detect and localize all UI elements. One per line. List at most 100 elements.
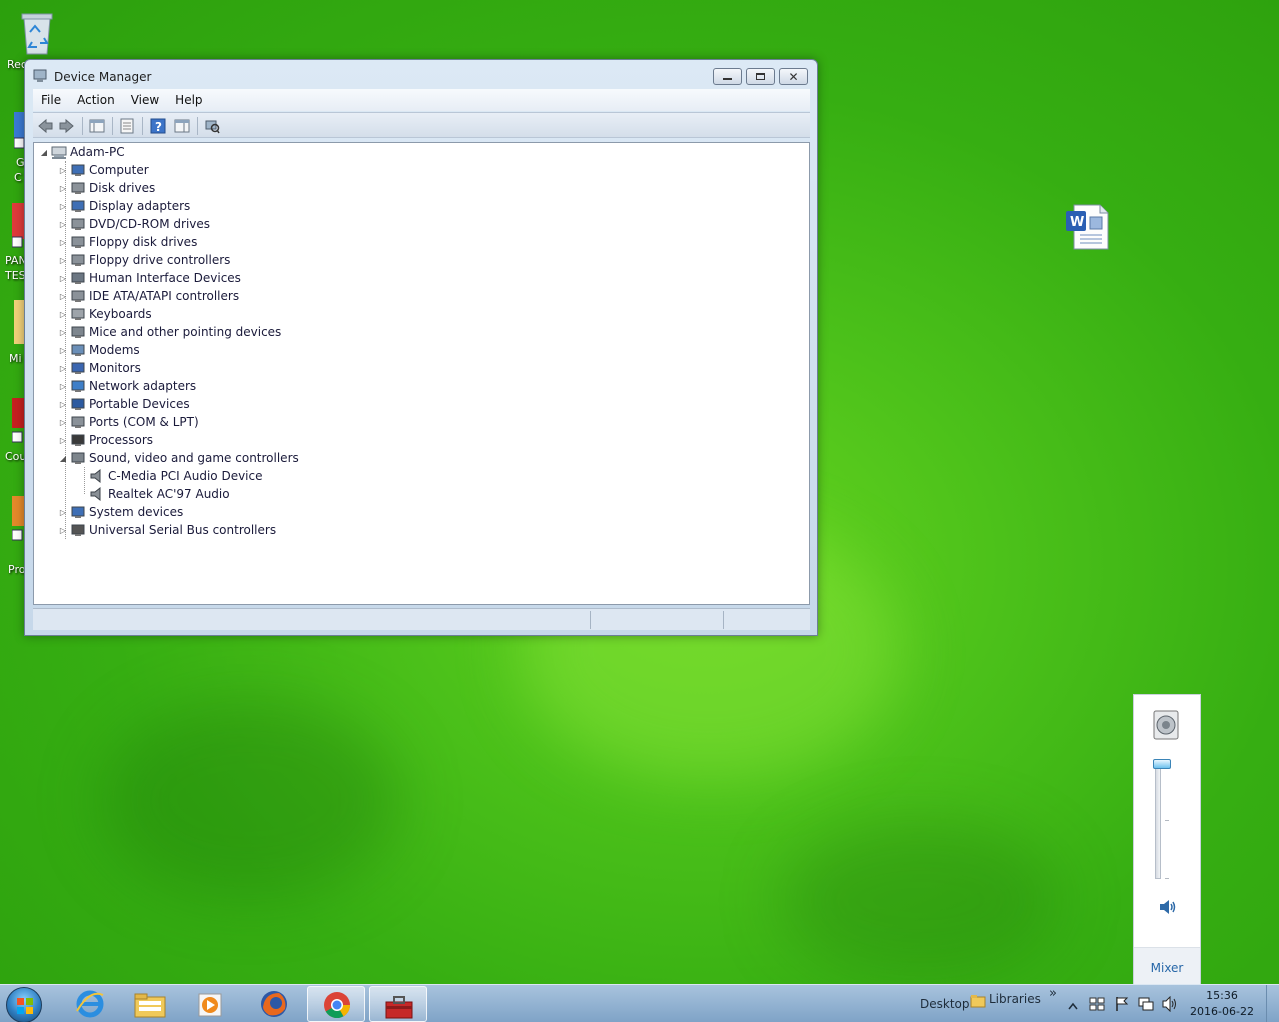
- show-desktop-button[interactable]: [1266, 985, 1279, 1022]
- start-button[interactable]: [6, 987, 42, 1022]
- tree-category-node[interactable]: ▷ Ports (COM & LPT): [58, 413, 199, 431]
- menu-help[interactable]: Help: [167, 93, 210, 107]
- expand-arrow-icon[interactable]: ▷: [58, 310, 68, 319]
- windows-flag-tray-icon[interactable]: [1089, 996, 1105, 1015]
- menu-view[interactable]: View: [123, 93, 167, 107]
- tree-category-label: IDE ATA/ATAPI controllers: [89, 289, 240, 303]
- help-icon[interactable]: ?: [150, 118, 166, 134]
- slider-tick: [1165, 820, 1169, 821]
- taskbar-device-manager[interactable]: [369, 986, 427, 1022]
- properties-icon[interactable]: [119, 118, 135, 134]
- status-divider: [723, 611, 724, 629]
- expand-arrow-icon[interactable]: ▷: [58, 328, 68, 337]
- expand-arrow-icon[interactable]: ▷: [58, 220, 68, 229]
- collapse-arrow-icon[interactable]: ◢: [58, 454, 68, 463]
- volume-slider-track[interactable]: [1155, 761, 1161, 879]
- expand-arrow-icon[interactable]: ▷: [58, 418, 68, 427]
- recycle-bin-icon[interactable]: [18, 8, 56, 56]
- tree-category-node[interactable]: ▷ Portable Devices: [58, 395, 190, 413]
- tree-category-node[interactable]: ▷ Modems: [58, 341, 140, 359]
- device-category-icon: [70, 306, 86, 322]
- mute-speaker-icon[interactable]: [1158, 898, 1178, 919]
- expand-arrow-icon[interactable]: ▷: [58, 202, 68, 211]
- show-hide-console-tree-icon[interactable]: [89, 118, 105, 134]
- scan-hardware-changes-icon[interactable]: [204, 118, 220, 134]
- tree-category-node[interactable]: ▷ Processors: [58, 431, 153, 449]
- tree-category-node[interactable]: ▷ Display adapters: [58, 197, 190, 215]
- tree-category-node[interactable]: ◢ Sound, video and game controllers: [58, 449, 299, 467]
- back-arrow-icon[interactable]: [37, 118, 53, 134]
- device-category-icon: [70, 270, 86, 286]
- tree-category-label: Sound, video and game controllers: [89, 451, 299, 465]
- desktop-icon-label[interactable]: Mi: [9, 352, 22, 365]
- expand-arrow-icon[interactable]: ▷: [58, 400, 68, 409]
- device-category-icon: [70, 522, 86, 538]
- system-clock[interactable]: 15:36 2016-06-22: [1190, 988, 1254, 1020]
- word-document-icon[interactable]: W: [1064, 203, 1110, 251]
- expand-arrow-icon[interactable]: ▷: [58, 184, 68, 193]
- minimize-button[interactable]: [713, 68, 742, 85]
- computer-root-icon: [51, 144, 67, 160]
- tree-category-node[interactable]: ▷ DVD/CD-ROM drives: [58, 215, 210, 233]
- expand-arrow-icon[interactable]: ▷: [58, 526, 68, 535]
- expand-arrow-icon[interactable]: ▷: [58, 238, 68, 247]
- tree-category-node[interactable]: ▷ Keyboards: [58, 305, 152, 323]
- maximize-button[interactable]: [746, 68, 775, 85]
- volume-tray-icon[interactable]: [1161, 995, 1179, 1015]
- libraries-toolbar-label[interactable]: Libraries: [989, 992, 1041, 1006]
- desktop-icon-label[interactable]: C: [14, 171, 22, 184]
- taskbar-firefox[interactable]: [245, 986, 303, 1022]
- toolbar-overflow-chevron[interactable]: »: [1049, 986, 1057, 1001]
- tree-category-node[interactable]: ▷ Computer: [58, 161, 149, 179]
- taskbar-chrome[interactable]: [307, 986, 365, 1022]
- expand-arrow-icon[interactable]: ▷: [58, 508, 68, 517]
- desktop-toolbar-label[interactable]: Desktop: [920, 997, 970, 1011]
- tree-root-node[interactable]: ◢ Adam-PC: [39, 143, 125, 161]
- tree-category-node[interactable]: ▷ Network adapters: [58, 377, 196, 395]
- expand-arrow-icon[interactable]: ▷: [58, 166, 68, 175]
- forward-arrow-icon[interactable]: [59, 118, 75, 134]
- toolbar: ?: [33, 112, 810, 138]
- expand-arrow-icon[interactable]: ▷: [58, 436, 68, 445]
- desktop-icon-label[interactable]: TES: [5, 269, 26, 282]
- taskbar-media-player[interactable]: [182, 986, 240, 1022]
- tree-category-node[interactable]: ▷ Human Interface Devices: [58, 269, 241, 287]
- device-category-icon: [70, 504, 86, 520]
- desktop-icon-label[interactable]: Pro: [8, 563, 25, 576]
- tree-category-label: Monitors: [89, 361, 141, 375]
- tree-device-node[interactable]: Realtek AC'97 Audio: [87, 485, 230, 503]
- menu-file[interactable]: File: [33, 93, 69, 107]
- network-tray-icon[interactable]: [1138, 996, 1154, 1015]
- tree-category-node[interactable]: ▷ Mice and other pointing devices: [58, 323, 281, 341]
- expand-arrow-icon[interactable]: ▷: [58, 382, 68, 391]
- action-pane-icon[interactable]: [174, 118, 190, 134]
- expand-arrow-icon[interactable]: ▷: [58, 274, 68, 283]
- volume-slider-thumb[interactable]: [1153, 759, 1171, 769]
- title-bar[interactable]: Device Manager ✕: [25, 60, 817, 90]
- device-category-icon: [70, 252, 86, 268]
- taskbar-windows-explorer[interactable]: [121, 986, 179, 1022]
- expand-arrow-icon[interactable]: ▷: [58, 346, 68, 355]
- show-hidden-icons-arrow-icon[interactable]: [1068, 999, 1078, 1013]
- tree-category-label: Processors: [89, 433, 154, 447]
- expand-arrow-icon[interactable]: ▷: [58, 256, 68, 265]
- tree-category-node[interactable]: ▷ IDE ATA/ATAPI controllers: [58, 287, 239, 305]
- menu-action[interactable]: Action: [69, 93, 123, 107]
- tree-category-node[interactable]: ▷ Floppy drive controllers: [58, 251, 231, 269]
- expand-arrow-icon[interactable]: ▷: [58, 364, 68, 373]
- tree-category-node[interactable]: ▷ Floppy disk drives: [58, 233, 197, 251]
- tree-device-node[interactable]: C-Media PCI Audio Device: [87, 467, 263, 485]
- tree-category-node[interactable]: ▷ Universal Serial Bus controllers: [58, 521, 276, 539]
- collapse-arrow-icon[interactable]: ◢: [39, 148, 49, 157]
- mixer-link[interactable]: Mixer: [1134, 961, 1200, 975]
- expand-arrow-icon[interactable]: ▷: [58, 292, 68, 301]
- tree-category-node[interactable]: ▷ Disk drives: [58, 179, 155, 197]
- speaker-device-icon[interactable]: [1151, 709, 1183, 744]
- device-manager-window: Device Manager ✕ File Action View Help ?…: [24, 59, 818, 636]
- close-button[interactable]: ✕: [779, 68, 808, 85]
- action-center-flag-icon[interactable]: [1114, 996, 1130, 1015]
- restore-icon: [756, 73, 765, 80]
- tree-category-node[interactable]: ▷ Monitors: [58, 359, 141, 377]
- tree-category-node[interactable]: ▷ System devices: [58, 503, 183, 521]
- taskbar-internet-explorer[interactable]: [61, 986, 119, 1022]
